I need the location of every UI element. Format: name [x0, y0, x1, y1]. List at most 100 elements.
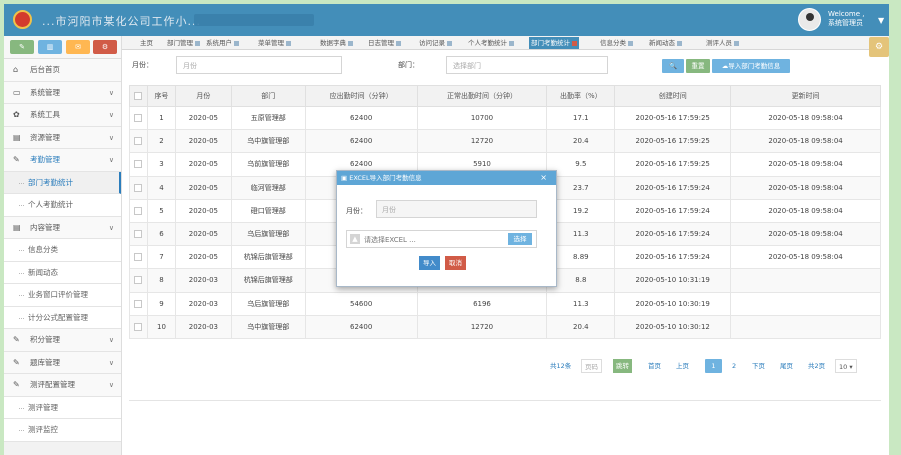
first-page-link[interactable]: 首页 — [645, 359, 664, 373]
tab[interactable]: 测评人员 — [704, 37, 741, 49]
select-all-checkbox[interactable] — [134, 92, 143, 100]
tab[interactable]: 数据字典 — [318, 37, 355, 49]
tab[interactable]: 新闻动态 — [647, 37, 684, 49]
row-checkbox[interactable] — [134, 160, 143, 169]
last-page-link[interactable]: 尾页 — [777, 359, 796, 373]
sidebar-item[interactable]: 测评监控 — [4, 419, 121, 442]
row-checkbox[interactable] — [134, 322, 143, 331]
row-checkbox[interactable] — [134, 299, 143, 308]
row-select-cell[interactable] — [129, 221, 148, 247]
tab-close-icon[interactable] — [447, 40, 452, 46]
sidebar-item[interactable]: ✿ 系统工具 ∨ — [4, 104, 121, 127]
tab-close-icon[interactable] — [572, 40, 577, 46]
page-number-input[interactable]: 页码 — [581, 359, 602, 373]
tab[interactable]: 信息分类 — [598, 37, 635, 49]
tab[interactable]: 系统用户 — [204, 37, 241, 49]
month-input[interactable]: 月份 — [176, 56, 342, 74]
tab-close-icon[interactable] — [509, 40, 514, 46]
row-select-cell[interactable] — [129, 175, 148, 200]
sidebar-item[interactable]: ⌂ 后台首页 — [4, 59, 121, 82]
sidebar-item[interactable]: ✎ 测评配置管理 ∨ — [4, 374, 121, 397]
tab-close-icon[interactable] — [396, 40, 401, 46]
excel-file-input[interactable]: ▲ 请选择EXCEL ... 选择 — [346, 230, 537, 248]
table-cell: 62400 — [304, 129, 418, 154]
choose-file-button[interactable]: 选择 — [508, 233, 532, 245]
row-select-cell[interactable] — [129, 198, 148, 223]
sidebar-item[interactable]: 测评管理 — [4, 396, 121, 419]
pencil-icon[interactable]: ✎ — [10, 40, 34, 54]
page-2-link[interactable]: 2 — [729, 359, 739, 373]
caret-down-icon[interactable]: ▼ — [878, 16, 884, 25]
close-icon[interactable]: × — [540, 171, 547, 185]
row-checkbox[interactable] — [134, 137, 143, 146]
prev-page-link[interactable]: 上页 — [673, 359, 692, 373]
table-cell: 2020-05-18 09:58:04 — [730, 129, 881, 154]
row-select-cell[interactable] — [129, 152, 148, 177]
tab-close-icon[interactable] — [348, 40, 353, 46]
row-checkbox[interactable] — [134, 183, 143, 192]
tab[interactable]: 部门管理 — [165, 37, 202, 49]
row-select-cell[interactable] — [129, 245, 148, 270]
sidebar-item-label: 考勤管理 — [30, 155, 60, 164]
import-button[interactable]: 导入 — [419, 256, 440, 270]
row-checkbox[interactable] — [134, 253, 143, 262]
settings-gear-icon[interactable]: ⚙ — [869, 37, 889, 57]
reset-button[interactable]: 重置 — [686, 59, 710, 73]
row-checkbox[interactable] — [134, 276, 143, 285]
tab[interactable]: 个人考勤统计 — [466, 37, 516, 49]
tab[interactable]: 菜单管理 — [256, 37, 293, 49]
tab[interactable]: 部门考勤统计 — [529, 37, 579, 49]
table-row[interactable]: 10 2020-03 乌中旗管理部 62400 12720 20.4 2020-05-10 … — [129, 314, 881, 339]
table-row[interactable]: 1 2020-05 五原管理部 62400 10700 17.1 2020-05-16 17… — [129, 105, 881, 131]
row-select-cell[interactable] — [129, 129, 148, 154]
dept-select[interactable]: 选择部门 — [446, 56, 608, 74]
sidebar-item[interactable]: 业务窗口评价管理 — [4, 284, 121, 307]
tab-close-icon[interactable] — [286, 40, 291, 46]
tab[interactable]: 日志管理 — [366, 37, 403, 49]
tab-close-icon[interactable] — [734, 40, 739, 46]
sidebar-item[interactable]: ✎ 题库管理 ∨ — [4, 351, 121, 374]
row-select-cell[interactable] — [129, 291, 148, 316]
row-checkbox[interactable] — [134, 230, 143, 239]
sidebar-item[interactable]: ▤ 内容管理 ∨ — [4, 216, 121, 239]
table-cell: 2020-05 — [174, 129, 232, 154]
sidebar-item[interactable]: ✎ 积分管理 ∨ — [4, 329, 121, 352]
mail-icon[interactable]: ✉ — [66, 40, 90, 54]
cogs-icon[interactable]: ⚙ — [93, 40, 117, 54]
tab-close-icon[interactable] — [628, 40, 633, 46]
table-row[interactable]: 2 2020-05 乌中旗管理部 62400 12720 20.4 2020-05-16 1… — [129, 129, 881, 154]
column-header: 正常出勤时间（分钟） — [416, 85, 548, 107]
sidebar-item[interactable]: ▭ 系统管理 ∨ — [4, 81, 121, 104]
sidebar-item[interactable]: ✎ 考勤管理 ∨ — [4, 149, 121, 172]
cancel-button[interactable]: 取消 — [445, 256, 466, 270]
dialog-month-input[interactable]: 月份 — [376, 200, 537, 218]
tab[interactable]: 访问记录 — [417, 37, 454, 49]
table-row[interactable]: 9 2020-03 乌后旗管理部 54600 6196 11.3 2020-05-10 10… — [129, 291, 881, 316]
jump-button[interactable]: 跳转 — [613, 359, 632, 373]
user-avatar[interactable] — [798, 8, 821, 31]
tab[interactable]: 主页 — [138, 37, 155, 49]
sidebar-item[interactable]: 信息分类 — [4, 239, 121, 262]
tab-close-icon[interactable] — [677, 40, 682, 46]
sidebar-item[interactable]: ▤ 资源管理 ∨ — [4, 126, 121, 149]
page-size-select[interactable]: 10 ▾ — [835, 359, 857, 373]
tab-close-icon[interactable] — [234, 40, 239, 46]
row-select-cell[interactable] — [129, 268, 148, 293]
import-dept-attendance-button[interactable]: ☁导入部门考勤信息 — [712, 59, 790, 73]
user-menu[interactable]: Welcome , 系统管理员 — [828, 10, 864, 28]
page-1-link[interactable]: 1 — [705, 359, 722, 373]
sidebar-item[interactable]: 新闻动态 — [4, 261, 121, 284]
next-page-link[interactable]: 下页 — [749, 359, 768, 373]
tab-close-icon[interactable] — [195, 40, 200, 46]
sidebar-item[interactable]: 部门考勤统计 — [4, 171, 121, 194]
table-cell: 5 — [146, 198, 176, 223]
row-select-cell[interactable] — [129, 314, 148, 339]
row-checkbox[interactable] — [134, 206, 143, 215]
row-checkbox[interactable] — [134, 114, 143, 123]
sidebar-item[interactable]: 计分公式配置管理 — [4, 306, 121, 329]
search-button[interactable]: 🔍 — [662, 59, 684, 73]
select-all-cell[interactable] — [129, 85, 148, 107]
sidebar-item[interactable]: 个人考勤统计 — [4, 194, 121, 217]
chart-icon[interactable]: ▥ — [38, 40, 62, 54]
row-select-cell[interactable] — [129, 105, 148, 131]
